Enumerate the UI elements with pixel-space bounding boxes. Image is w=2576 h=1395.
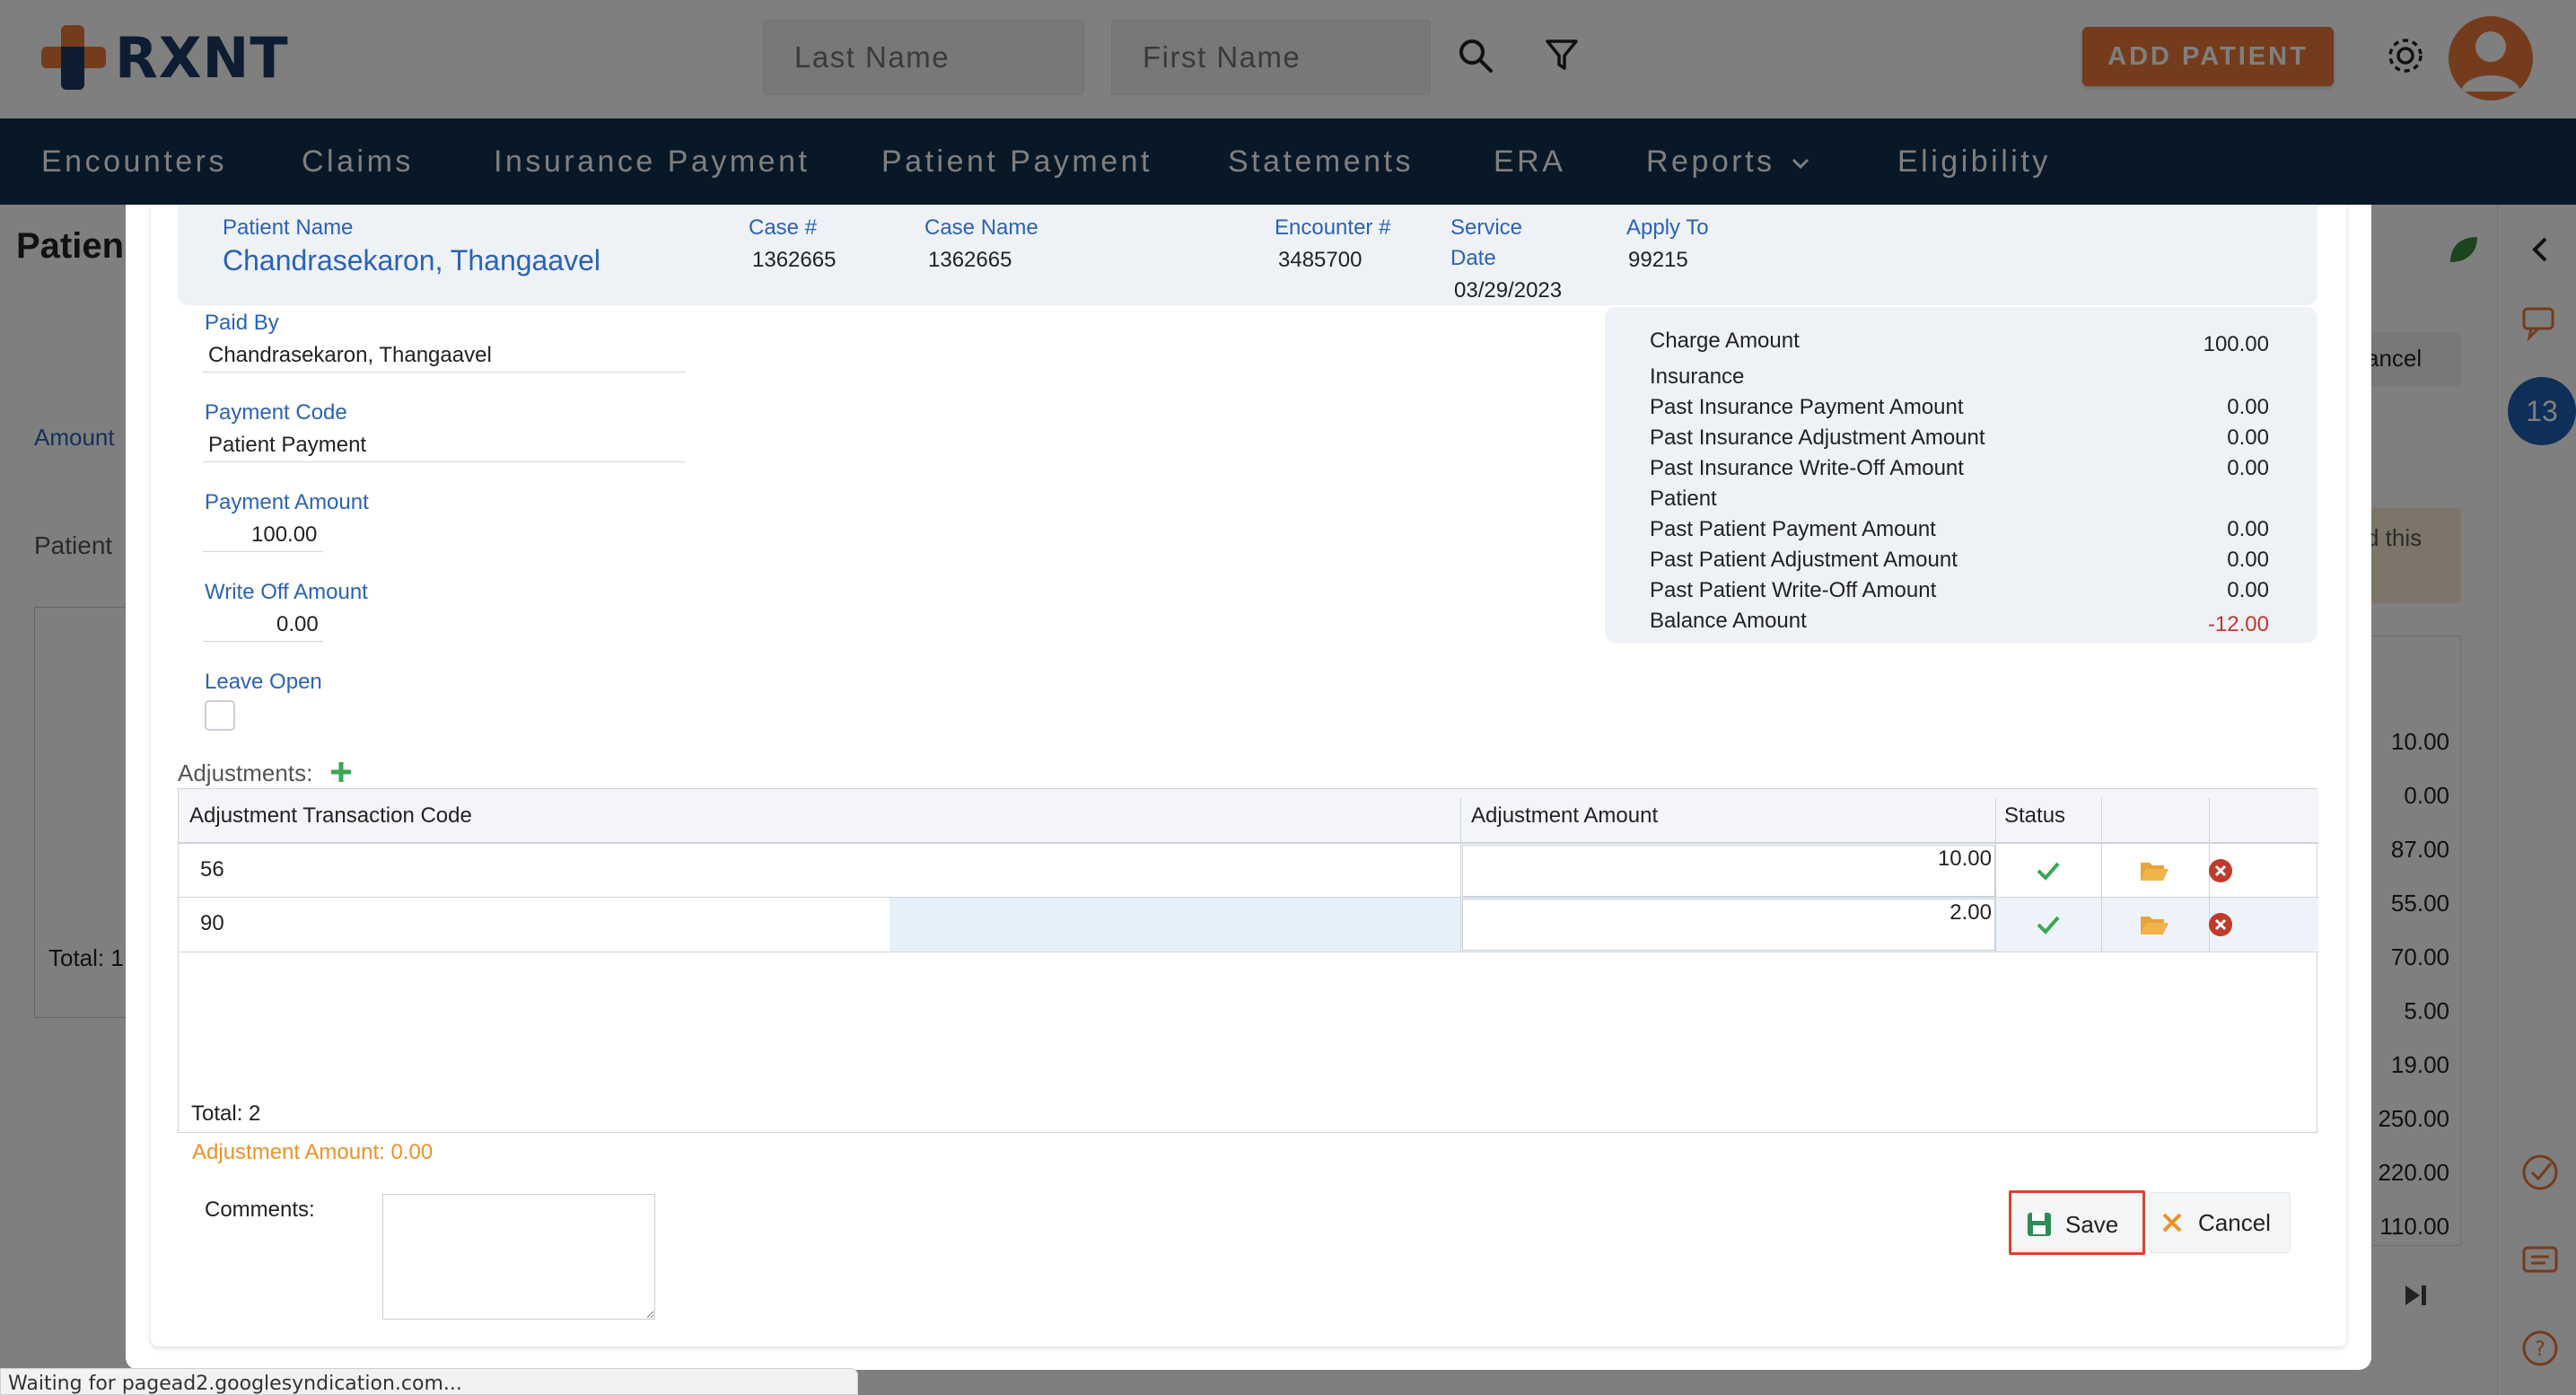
service-date-value: 03/29/2023 bbox=[1454, 278, 1563, 303]
past-patient-writeoff-label: Past Patient Write-Off Amount bbox=[1650, 578, 1937, 602]
leave-open-label: Leave Open bbox=[205, 670, 322, 694]
payment-amount-value[interactable]: 100.00 bbox=[251, 522, 317, 548]
case-number-label: Case # bbox=[749, 215, 818, 240]
past-insurance-adjustment-value: 0.00 bbox=[2227, 426, 2269, 450]
column-divider bbox=[1995, 798, 1996, 952]
delete-icon[interactable] bbox=[2207, 911, 2234, 938]
write-off-amount-value[interactable]: 0.00 bbox=[276, 612, 319, 637]
status-check-icon bbox=[2037, 862, 2060, 881]
encounter-number-label: Encounter # bbox=[1275, 215, 1391, 240]
col-status[interactable]: Status bbox=[2004, 789, 2065, 843]
paid-by-underline bbox=[203, 372, 686, 373]
adjustment-amount-input[interactable] bbox=[1462, 899, 1995, 951]
payment-code-value[interactable]: Patient Payment bbox=[208, 433, 366, 458]
past-patient-adjustment-value: 0.00 bbox=[2227, 548, 2269, 572]
payment-amount-label: Payment Amount bbox=[205, 490, 369, 514]
comments-textarea[interactable] bbox=[382, 1194, 655, 1320]
adjustment-amount-summary: Adjustment Amount: 0.00 bbox=[192, 1140, 434, 1164]
adjustments-label: Adjustments: bbox=[178, 759, 313, 786]
table-header-row bbox=[179, 789, 2318, 843]
folder-open-icon[interactable] bbox=[2139, 913, 2169, 936]
add-adjustment-icon[interactable] bbox=[329, 759, 354, 785]
encounter-number-value: 3485700 bbox=[1278, 248, 1362, 272]
last-page-icon[interactable] bbox=[2402, 1282, 2432, 1309]
past-insurance-writeoff-value: 0.00 bbox=[2227, 456, 2269, 480]
adjustment-code-cell[interactable]: 90 bbox=[200, 911, 224, 936]
leave-open-checkbox[interactable] bbox=[205, 700, 235, 731]
patient-heading: Patient bbox=[1650, 487, 1717, 511]
apply-to-value: 99215 bbox=[1628, 248, 1688, 272]
past-insurance-payment-value: 0.00 bbox=[2227, 395, 2269, 419]
write-off-amount-underline bbox=[203, 641, 323, 642]
table-total: Total: 2 bbox=[191, 1101, 261, 1126]
past-insurance-writeoff-label: Past Insurance Write-Off Amount bbox=[1650, 456, 1964, 480]
folder-open-icon[interactable] bbox=[2139, 859, 2169, 882]
column-divider bbox=[2101, 798, 2102, 952]
comments-label: Comments: bbox=[205, 1198, 315, 1222]
save-button[interactable]: Save bbox=[2009, 1190, 2145, 1255]
column-divider bbox=[1460, 798, 1461, 952]
write-off-amount-label: Write Off Amount bbox=[205, 580, 368, 604]
col-adjustment-code[interactable]: Adjustment Transaction Code bbox=[189, 789, 472, 843]
cancel-x-icon bbox=[2162, 1213, 2182, 1233]
cancel-button[interactable]: Cancel bbox=[2149, 1192, 2291, 1253]
cancel-label: Cancel bbox=[2198, 1209, 2271, 1236]
balance-amount-label: Balance Amount bbox=[1650, 609, 1807, 633]
past-patient-payment-value: 0.00 bbox=[2227, 517, 2269, 541]
charge-amount-value: 100.00 bbox=[2203, 332, 2269, 356]
case-name-label: Case Name bbox=[924, 215, 1038, 240]
past-insurance-adjustment-label: Past Insurance Adjustment Amount bbox=[1650, 426, 1985, 450]
case-number-value: 1362665 bbox=[752, 248, 837, 272]
past-patient-writeoff-value: 0.00 bbox=[2227, 578, 2269, 602]
charge-amount-label: Charge Amount bbox=[1650, 329, 1800, 353]
adjustment-amount-cell[interactable]: 2.00 bbox=[1950, 900, 1992, 926]
delete-icon[interactable] bbox=[2207, 857, 2234, 884]
col-adjustment-amount[interactable]: Adjustment Amount bbox=[1471, 789, 1658, 843]
patient-name-label: Patient Name bbox=[223, 215, 354, 240]
save-label: Save bbox=[2065, 1211, 2119, 1238]
past-patient-adjustment-label: Past Patient Adjustment Amount bbox=[1650, 548, 1958, 572]
adjustment-amount-cell[interactable]: 10.00 bbox=[1938, 847, 1992, 872]
status-check-icon bbox=[2037, 916, 2060, 934]
insurance-heading: Insurance bbox=[1650, 364, 1745, 389]
past-insurance-payment-label: Past Insurance Payment Amount bbox=[1650, 395, 1964, 419]
row-highlight bbox=[889, 898, 1460, 952]
row-divider bbox=[179, 843, 2318, 844]
browser-status-bar: Waiting for pagead2.googlesyndication.co… bbox=[0, 1368, 858, 1395]
service-date-label: Service bbox=[1450, 215, 1523, 240]
payment-code-label: Payment Code bbox=[205, 400, 347, 425]
case-name-value: 1362665 bbox=[928, 248, 1012, 272]
patient-name-link[interactable]: Chandrasekaron, Thangaavel bbox=[223, 244, 600, 277]
adjustment-code-cell[interactable]: 56 bbox=[200, 857, 224, 882]
save-floppy-icon bbox=[2028, 1213, 2051, 1236]
paid-by-value[interactable]: Chandrasekaron, Thangaavel bbox=[208, 343, 492, 368]
adjustments-table: Adjustment Transaction Code Adjustment A… bbox=[178, 788, 2318, 1133]
paid-by-label: Paid By bbox=[205, 311, 279, 335]
past-patient-payment-label: Past Patient Payment Amount bbox=[1650, 517, 1936, 541]
adjustment-amount-input[interactable] bbox=[1462, 845, 1995, 897]
payment-amount-underline bbox=[203, 551, 323, 552]
apply-to-label: Apply To bbox=[1626, 215, 1709, 240]
payment-code-underline bbox=[203, 461, 686, 462]
balance-amount-value: -12.00 bbox=[2207, 612, 2269, 636]
service-date-label-line2: Date bbox=[1450, 246, 1496, 270]
row-divider bbox=[179, 897, 2318, 898]
